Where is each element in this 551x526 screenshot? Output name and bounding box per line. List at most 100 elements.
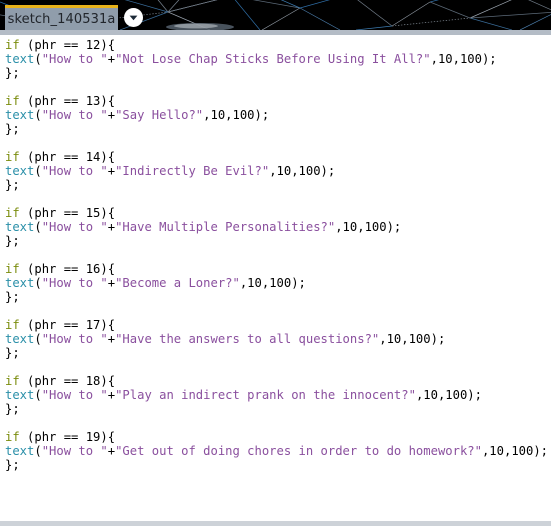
string-prefix: "How to " — [41, 108, 108, 122]
code-line-close: }; — [5, 346, 551, 360]
paren-open: ( — [34, 388, 42, 402]
operator-plus: + — [107, 164, 116, 178]
code-line-close: }; — [5, 178, 551, 192]
chevron-down-glyph — [129, 15, 138, 21]
string-phrase: "Indirectly Be Evil?" — [115, 164, 270, 178]
paren-open: ( — [34, 332, 42, 346]
string-prefix: "How to " — [41, 220, 108, 234]
operator-plus: + — [107, 388, 116, 402]
code-line-if: if (phr == 12){ — [5, 38, 551, 52]
function-text: text — [5, 164, 35, 178]
paren-open: ( — [34, 52, 42, 66]
function-text: text — [5, 52, 35, 66]
status-bar — [0, 521, 551, 526]
paren-open: ( — [34, 444, 42, 458]
tab-bar-underline — [0, 30, 551, 35]
if-condition: (phr == 14){ — [19, 150, 116, 164]
block-close: }; — [5, 346, 20, 360]
call-args: ,10,100); — [203, 108, 270, 122]
chevron-down-icon[interactable] — [124, 8, 143, 27]
code-line-text-call: text("How to "+"Get out of doing chores … — [5, 444, 551, 458]
paren-open: ( — [34, 108, 42, 122]
string-prefix: "How to " — [41, 332, 108, 346]
operator-plus: + — [107, 52, 116, 66]
function-text: text — [5, 388, 35, 402]
string-phrase: "Not Lose Chap Sticks Before Using It Al… — [115, 52, 431, 66]
code-line-if: if (phr == 17){ — [5, 318, 551, 332]
code-line-text-call: text("How to "+"Play an indirect prank o… — [5, 388, 551, 402]
function-text: text — [5, 276, 35, 290]
code-line-close: }; — [5, 122, 551, 136]
block-close: }; — [5, 122, 20, 136]
operator-plus: + — [107, 220, 116, 234]
block-close: }; — [5, 458, 20, 472]
string-phrase: "Have Multiple Personalities?" — [115, 220, 336, 234]
block-close: }; — [5, 402, 20, 416]
code-line-text-call: text("How to "+"Have Multiple Personalit… — [5, 220, 551, 234]
paren-open: ( — [34, 220, 42, 234]
if-condition: (phr == 13){ — [19, 94, 116, 108]
toolbar-banner: sketch_140531a — [0, 0, 551, 30]
call-args: ,10,100); — [430, 52, 497, 66]
operator-plus: + — [107, 332, 116, 346]
code-line-close: }; — [5, 234, 551, 248]
code-line-close: }; — [5, 290, 551, 304]
function-text: text — [5, 108, 35, 122]
block-close: }; — [5, 290, 20, 304]
keyword-if: if — [5, 94, 20, 108]
call-args: ,10,100); — [481, 444, 549, 458]
call-args: ,10,100); — [239, 276, 306, 290]
block-close: }; — [5, 66, 20, 80]
code-line-close: }; — [5, 66, 551, 80]
block-close: }; — [5, 178, 20, 192]
code-line-if: if (phr == 13){ — [5, 94, 551, 108]
keyword-if: if — [5, 374, 20, 388]
code-line-close: }; — [5, 458, 551, 472]
if-condition: (phr == 12){ — [19, 38, 116, 52]
sketch-tab[interactable]: sketch_140531a — [5, 5, 118, 30]
code-line-if: if (phr == 14){ — [5, 150, 551, 164]
string-phrase: "Get out of doing chores in order to do … — [115, 444, 482, 458]
if-condition: (phr == 17){ — [19, 318, 116, 332]
keyword-if: if — [5, 262, 20, 276]
string-prefix: "How to " — [41, 52, 108, 66]
operator-plus: + — [107, 444, 116, 458]
keyword-if: if — [5, 430, 20, 444]
string-phrase: "Have the answers to all questions?" — [115, 332, 380, 346]
string-prefix: "How to " — [41, 388, 108, 402]
keyword-if: if — [5, 150, 20, 164]
keyword-if: if — [5, 206, 20, 220]
code-line-if: if (phr == 15){ — [5, 206, 551, 220]
call-args: ,10,100); — [269, 164, 336, 178]
sketch-tab-label: sketch_140531a — [7, 11, 116, 27]
string-phrase: "Say Hello?" — [115, 108, 204, 122]
if-condition: (phr == 19){ — [19, 430, 116, 444]
code-line-close: }; — [5, 402, 551, 416]
string-prefix: "How to " — [41, 276, 108, 290]
call-args: ,10,100); — [415, 388, 482, 402]
if-condition: (phr == 16){ — [19, 262, 116, 276]
code-line-text-call: text("How to "+"Have the answers to all … — [5, 332, 551, 346]
call-args: ,10,100); — [379, 332, 446, 346]
function-text: text — [5, 332, 35, 346]
function-text: text — [5, 220, 35, 234]
code-line-if: if (phr == 18){ — [5, 374, 551, 388]
code-line-if: if (phr == 19){ — [5, 430, 551, 444]
block-close: }; — [5, 234, 20, 248]
call-args: ,10,100); — [335, 220, 402, 234]
paren-open: ( — [34, 164, 42, 178]
code-editor[interactable]: if (phr == 12){text("How to "+"Not Lose … — [0, 35, 551, 521]
string-prefix: "How to " — [41, 444, 108, 458]
if-condition: (phr == 18){ — [19, 374, 116, 388]
string-phrase: "Become a Loner?" — [115, 276, 240, 290]
keyword-if: if — [5, 318, 20, 332]
paren-open: ( — [34, 276, 42, 290]
pde-window: sketch_140531a if (phr == 12){text("How … — [0, 0, 551, 526]
